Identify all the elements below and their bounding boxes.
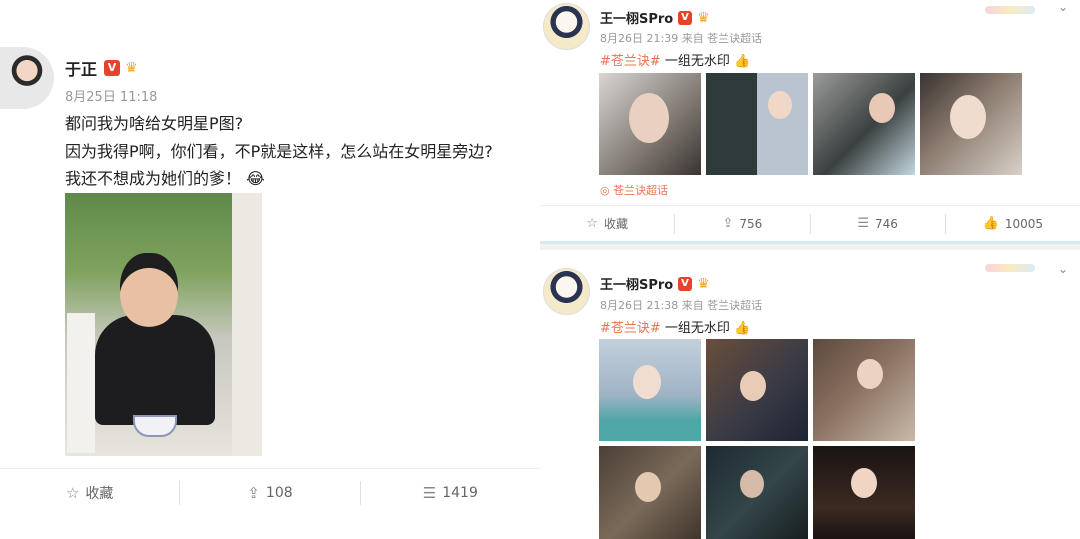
thumbnail[interactable]	[706, 446, 808, 539]
post-text-content: 一组无水印	[660, 321, 730, 336]
feed-post: 王一栩SPro V ♛ ⌄ 8月26日 21:39 来自 苍兰诀超话 #苍兰诀#…	[540, 0, 1080, 243]
repost-count: 756	[739, 216, 763, 231]
image-grid	[599, 339, 919, 539]
comment-icon: ☰	[422, 483, 437, 502]
username[interactable]: 于正	[65, 56, 97, 80]
thumbnail[interactable]	[813, 446, 915, 539]
photo-wall	[232, 193, 262, 456]
favorite-label: 收藏	[603, 217, 628, 231]
topic-link[interactable]: ◎ 苍兰诀超话	[600, 182, 668, 198]
verified-icon: V	[678, 276, 692, 291]
like-button[interactable]: 👍 10005	[946, 206, 1080, 241]
verified-icon: V	[104, 59, 120, 76]
thumbnail[interactable]	[599, 73, 701, 175]
post-text-line-2: 因为我得P啊，你们看，不P就是这样，怎么站在女明星旁边?	[65, 142, 493, 161]
action-bar: ☆ 收藏 ⇪ 108 ☰ 1419	[0, 468, 540, 516]
repost-icon: ⇪	[247, 483, 260, 502]
user-badges: V ♛	[678, 7, 715, 26]
comment-count: 746	[875, 216, 898, 231]
thumbnail-figure	[740, 371, 766, 401]
photo-column	[67, 313, 95, 453]
decoration-card	[985, 264, 1035, 272]
thumbnail[interactable]	[599, 339, 701, 441]
thumbnail-figure	[851, 468, 877, 498]
verified-icon: V	[678, 10, 692, 25]
right-column: 王一栩SPro V ♛ ⌄ 8月26日 21:39 来自 苍兰诀超话 #苍兰诀#…	[540, 0, 1080, 539]
username[interactable]: 王一栩SPro	[600, 8, 673, 27]
post-text: #苍兰诀# 一组无水印 👍	[600, 50, 750, 69]
photo-person-body	[95, 315, 215, 425]
user-badges: V ♛	[104, 57, 143, 76]
thumbnail[interactable]	[813, 73, 915, 175]
photo-teacup	[133, 415, 177, 437]
action-bar: ☆ 收藏 ⇪ 756 ☰ 746 👍 10005	[540, 205, 1080, 241]
thumbnail-figure	[635, 472, 661, 502]
decoration-card	[985, 6, 1035, 14]
repost-button[interactable]: ⇪ 108	[180, 469, 359, 516]
thumbnail-figure	[629, 93, 669, 143]
topic-label: 苍兰诀超话	[613, 184, 669, 197]
post-photo[interactable]	[65, 193, 262, 456]
thumbnail-figure	[768, 91, 792, 119]
comment-button[interactable]: ☰ 1419	[361, 469, 540, 516]
favorite-button[interactable]: ☆ 收藏	[540, 206, 674, 241]
thumbnail[interactable]	[706, 339, 808, 441]
star-icon: ☆	[586, 216, 598, 231]
comment-count: 1419	[442, 484, 478, 501]
hashtag-link[interactable]: #苍兰诀#	[600, 54, 661, 69]
hashtag-link[interactable]: #苍兰诀#	[600, 321, 661, 336]
chevron-down-icon[interactable]: ⌄	[1058, 0, 1068, 14]
post-text-line-3: 我还不想成为她们的爹！ 😂	[65, 165, 265, 189]
vip-crown-icon: ♛	[697, 275, 710, 292]
user-badges: V ♛	[678, 273, 715, 292]
thumbnail[interactable]	[706, 73, 808, 175]
favorite-button[interactable]: ☆ 收藏	[0, 469, 179, 516]
like-icon: 👍	[982, 216, 999, 231]
post-text-content: 一组无水印	[660, 54, 730, 69]
chevron-down-icon[interactable]: ⌄	[1058, 262, 1068, 276]
thumbs-up-emoji-icon: 👍	[734, 54, 751, 69]
post-divider	[540, 241, 1080, 250]
thumbnail-figure	[857, 359, 883, 389]
post-text-line-3-content: 我还不想成为她们的爹！	[65, 169, 242, 188]
thumbnail[interactable]	[920, 73, 1022, 175]
repost-button[interactable]: ⇪ 756	[675, 206, 809, 241]
star-icon: ☆	[65, 483, 80, 502]
post-timestamp[interactable]: 8月25日 11:18	[65, 86, 157, 105]
thumbnail-figure	[950, 95, 986, 139]
username[interactable]: 王一栩SPro	[600, 274, 673, 293]
vip-crown-icon: ♛	[697, 9, 710, 26]
repost-count: 108	[265, 484, 293, 501]
avatar[interactable]	[543, 3, 590, 50]
laughing-emoji-icon: 😂	[246, 169, 265, 188]
photo-person	[95, 253, 215, 425]
vip-crown-icon: ♛	[125, 59, 138, 76]
post-timestamp[interactable]: 8月26日 21:38 来自 苍兰诀超话	[600, 297, 762, 313]
image-grid	[599, 73, 1029, 175]
thumbnail-figure	[869, 93, 895, 123]
feed-post: 王一栩SPro V ♛ ⌄ 8月26日 21:38 来自 苍兰诀超话 #苍兰诀#…	[540, 250, 1080, 539]
thumbnail[interactable]	[813, 339, 915, 441]
post-text-line-1: 都问我为啥给女明星P图?	[65, 114, 244, 133]
topic-icon: ◎	[600, 184, 610, 197]
favorite-label: 收藏	[85, 485, 114, 502]
comment-icon: ☰	[857, 216, 869, 231]
avatar[interactable]	[543, 268, 590, 315]
post-timestamp[interactable]: 8月26日 21:39 来自 苍兰诀超话	[600, 30, 762, 46]
repost-icon: ⇪	[722, 216, 734, 231]
thumbs-up-emoji-icon: 👍	[734, 321, 751, 336]
post-text: #苍兰诀# 一组无水印 👍	[600, 317, 750, 336]
like-count: 10005	[1004, 216, 1044, 231]
avatar[interactable]	[0, 47, 54, 109]
comment-button[interactable]: ☰ 746	[811, 206, 945, 241]
thumbnail-figure	[633, 365, 661, 399]
left-post: 于正 V ♛ 8月25日 11:18 都问我为啥给女明星P图? 因为我得P啊，你…	[0, 0, 540, 539]
thumbnail[interactable]	[599, 446, 701, 539]
photo-person-head	[120, 253, 178, 327]
thumbnail-figure	[740, 470, 764, 498]
